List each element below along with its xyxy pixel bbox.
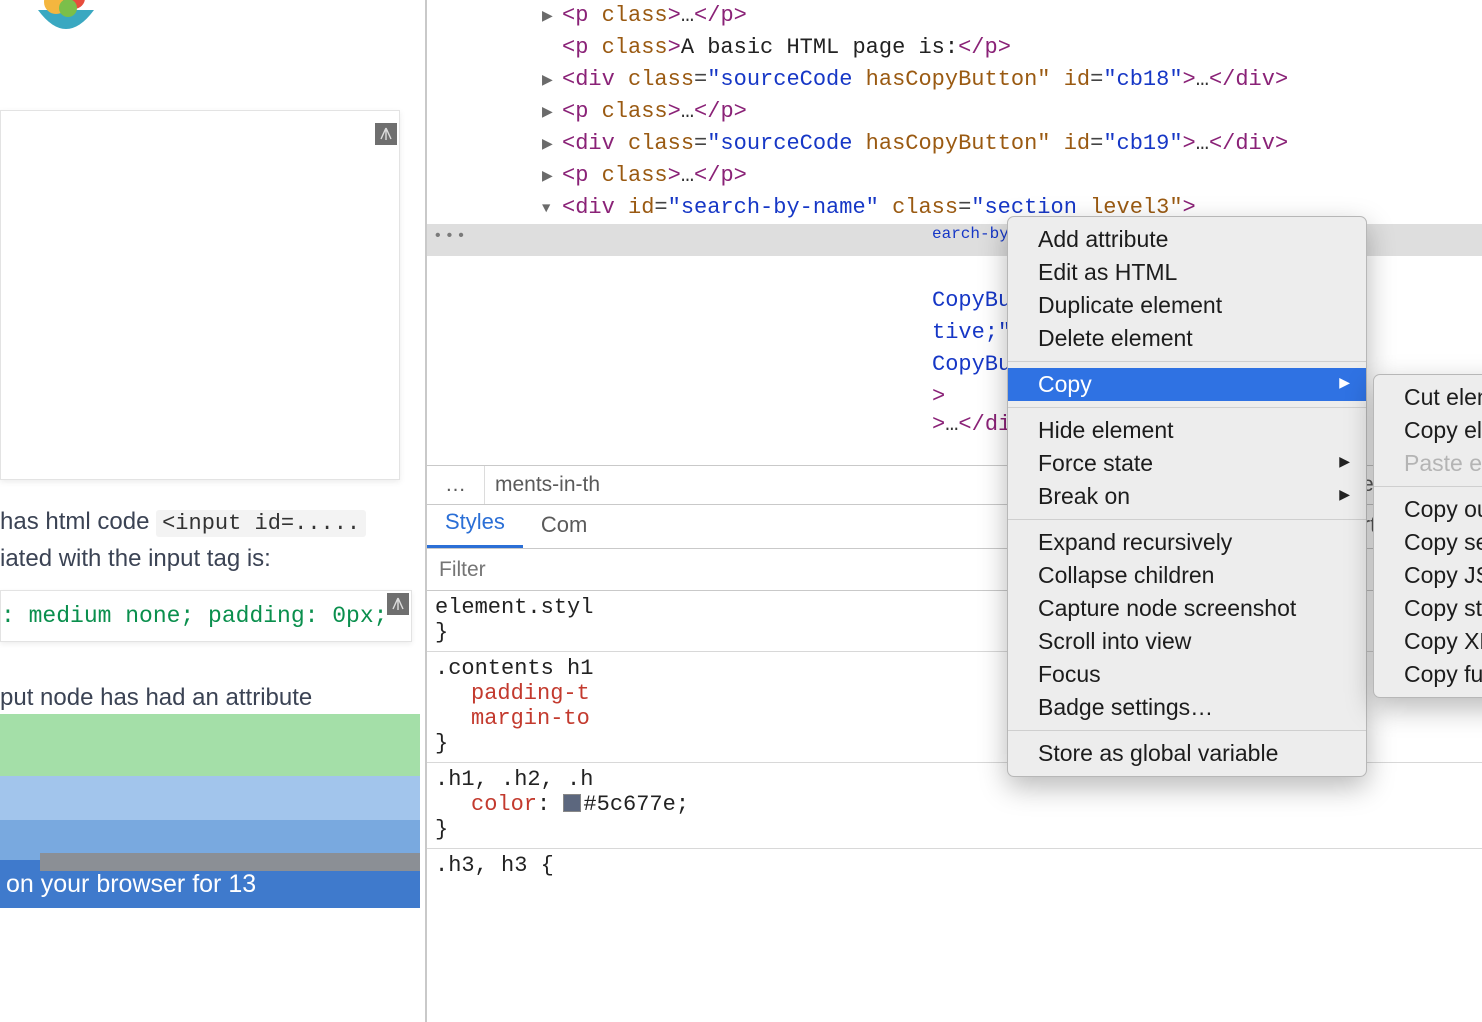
expand-closed-icon[interactable]: ▶ <box>542 136 553 156</box>
menu-item-store-as-global-variable[interactable]: Store as global variable <box>1008 737 1366 770</box>
page-content: has html code <input id=..... iated with… <box>0 0 425 1022</box>
context-menu[interactable]: Add attributeEdit as HTMLDuplicate eleme… <box>1007 216 1367 777</box>
menu-item-hide-element[interactable]: Hide element <box>1008 414 1366 447</box>
dom-node-fragment[interactable]: > <box>932 384 945 409</box>
menu-item-edit-as-html[interactable]: Edit as HTML <box>1008 256 1366 289</box>
highlight-layer <box>0 776 420 820</box>
gutter-ellipsis-icon: ••• <box>433 227 468 245</box>
menu-item-force-state[interactable]: Force state▶ <box>1008 447 1366 480</box>
highlight-layer <box>40 853 420 871</box>
menu-item-copy-selector[interactable]: Copy selector <box>1374 526 1482 559</box>
submenu-arrow-icon: ▶ <box>1339 374 1350 391</box>
tab-computed[interactable]: Com <box>523 504 605 548</box>
dom-node[interactable]: <p class>A basic HTML page is:</p> <box>427 32 1011 64</box>
context-submenu[interactable]: Cut elementCopy elementPaste element Copy… <box>1373 374 1482 698</box>
expand-icon[interactable] <box>375 123 397 145</box>
body-text-line-3: put node has had an attribute <box>0 684 312 712</box>
dom-node[interactable]: ▶<p class>…</p> <box>427 96 747 128</box>
css-rule[interactable]: .h3, h3 { <box>427 849 1482 884</box>
menu-item-copy-outerhtml[interactable]: Copy outerHTML <box>1374 493 1482 526</box>
submenu-arrow-icon: ▶ <box>1339 453 1350 470</box>
menu-item-paste-element: Paste element <box>1374 447 1482 480</box>
code-box: : medium none; padding: 0px; <box>0 590 412 642</box>
menu-separator <box>1008 407 1366 408</box>
menu-item-delete-element[interactable]: Delete element <box>1008 322 1366 355</box>
breadcrumb-item[interactable]: ments-in-th <box>485 466 610 504</box>
expand-closed-icon[interactable]: ▶ <box>542 168 553 188</box>
menu-item-capture-node-screenshot[interactable]: Capture node screenshot <box>1008 592 1366 625</box>
inline-code: <input id=..... <box>156 510 366 537</box>
expand-closed-icon[interactable]: ▶ <box>542 104 553 124</box>
tab-styles[interactable]: Styles <box>427 501 523 548</box>
code-line: : medium none; padding: 0px; <box>1 603 411 629</box>
menu-item-add-attribute[interactable]: Add attribute <box>1008 223 1366 256</box>
breadcrumb-ellipsis[interactable]: … <box>427 466 485 504</box>
logo-bowl-icon <box>34 0 98 44</box>
expand-closed-icon[interactable]: ▶ <box>542 72 553 92</box>
menu-item-copy-element[interactable]: Copy element <box>1374 414 1482 447</box>
menu-item-focus[interactable]: Focus <box>1008 658 1366 691</box>
menu-item-badge-settings[interactable]: Badge settings… <box>1008 691 1366 724</box>
body-text-line-1: has html code <input id=..... <box>0 505 400 540</box>
menu-item-duplicate-element[interactable]: Duplicate element <box>1008 289 1366 322</box>
menu-item-collapse-children[interactable]: Collapse children <box>1008 559 1366 592</box>
color-swatch-icon[interactable] <box>563 794 581 812</box>
dom-node[interactable]: ▶<div class="sourceCode hasCopyButton" i… <box>427 128 1288 160</box>
menu-separator <box>1374 486 1482 487</box>
filter-input[interactable] <box>427 557 587 583</box>
menu-item-copy-styles[interactable]: Copy styles <box>1374 592 1482 625</box>
dom-node[interactable]: ▶<p class>…</p> <box>427 0 747 32</box>
expand-closed-icon[interactable]: ▶ <box>542 8 553 28</box>
submenu-arrow-icon: ▶ <box>1339 486 1350 503</box>
menu-item-cut-element[interactable]: Cut element <box>1374 381 1482 414</box>
menu-item-copy-xpath[interactable]: Copy XPath <box>1374 625 1482 658</box>
menu-item-scroll-into-view[interactable]: Scroll into view <box>1008 625 1366 658</box>
dom-node[interactable]: ▶<div class="sourceCode hasCopyButton" i… <box>427 64 1288 96</box>
menu-item-copy-js-path[interactable]: Copy JS path <box>1374 559 1482 592</box>
dom-node[interactable]: ▶<p class>…</p> <box>427 160 747 192</box>
menu-item-expand-recursively[interactable]: Expand recursively <box>1008 526 1366 559</box>
devtools-panel: ▶<p class>…</p><p class>A basic HTML pag… <box>425 0 1482 1022</box>
expand-open-icon[interactable]: ▼ <box>542 200 550 220</box>
menu-item-copy-full-xpath[interactable]: Copy full XPath <box>1374 658 1482 691</box>
menu-separator <box>1008 519 1366 520</box>
highlight-layer <box>0 714 420 776</box>
content-card <box>0 110 400 480</box>
menu-separator <box>1008 361 1366 362</box>
menu-item-copy[interactable]: Copy▶ <box>1008 368 1366 401</box>
menu-separator <box>1008 730 1366 731</box>
menu-item-break-on[interactable]: Break on▶ <box>1008 480 1366 513</box>
body-text-line-2: iated with the input tag is: <box>0 542 400 577</box>
highlight-bar-text: on your browser for 13 <box>0 870 256 899</box>
